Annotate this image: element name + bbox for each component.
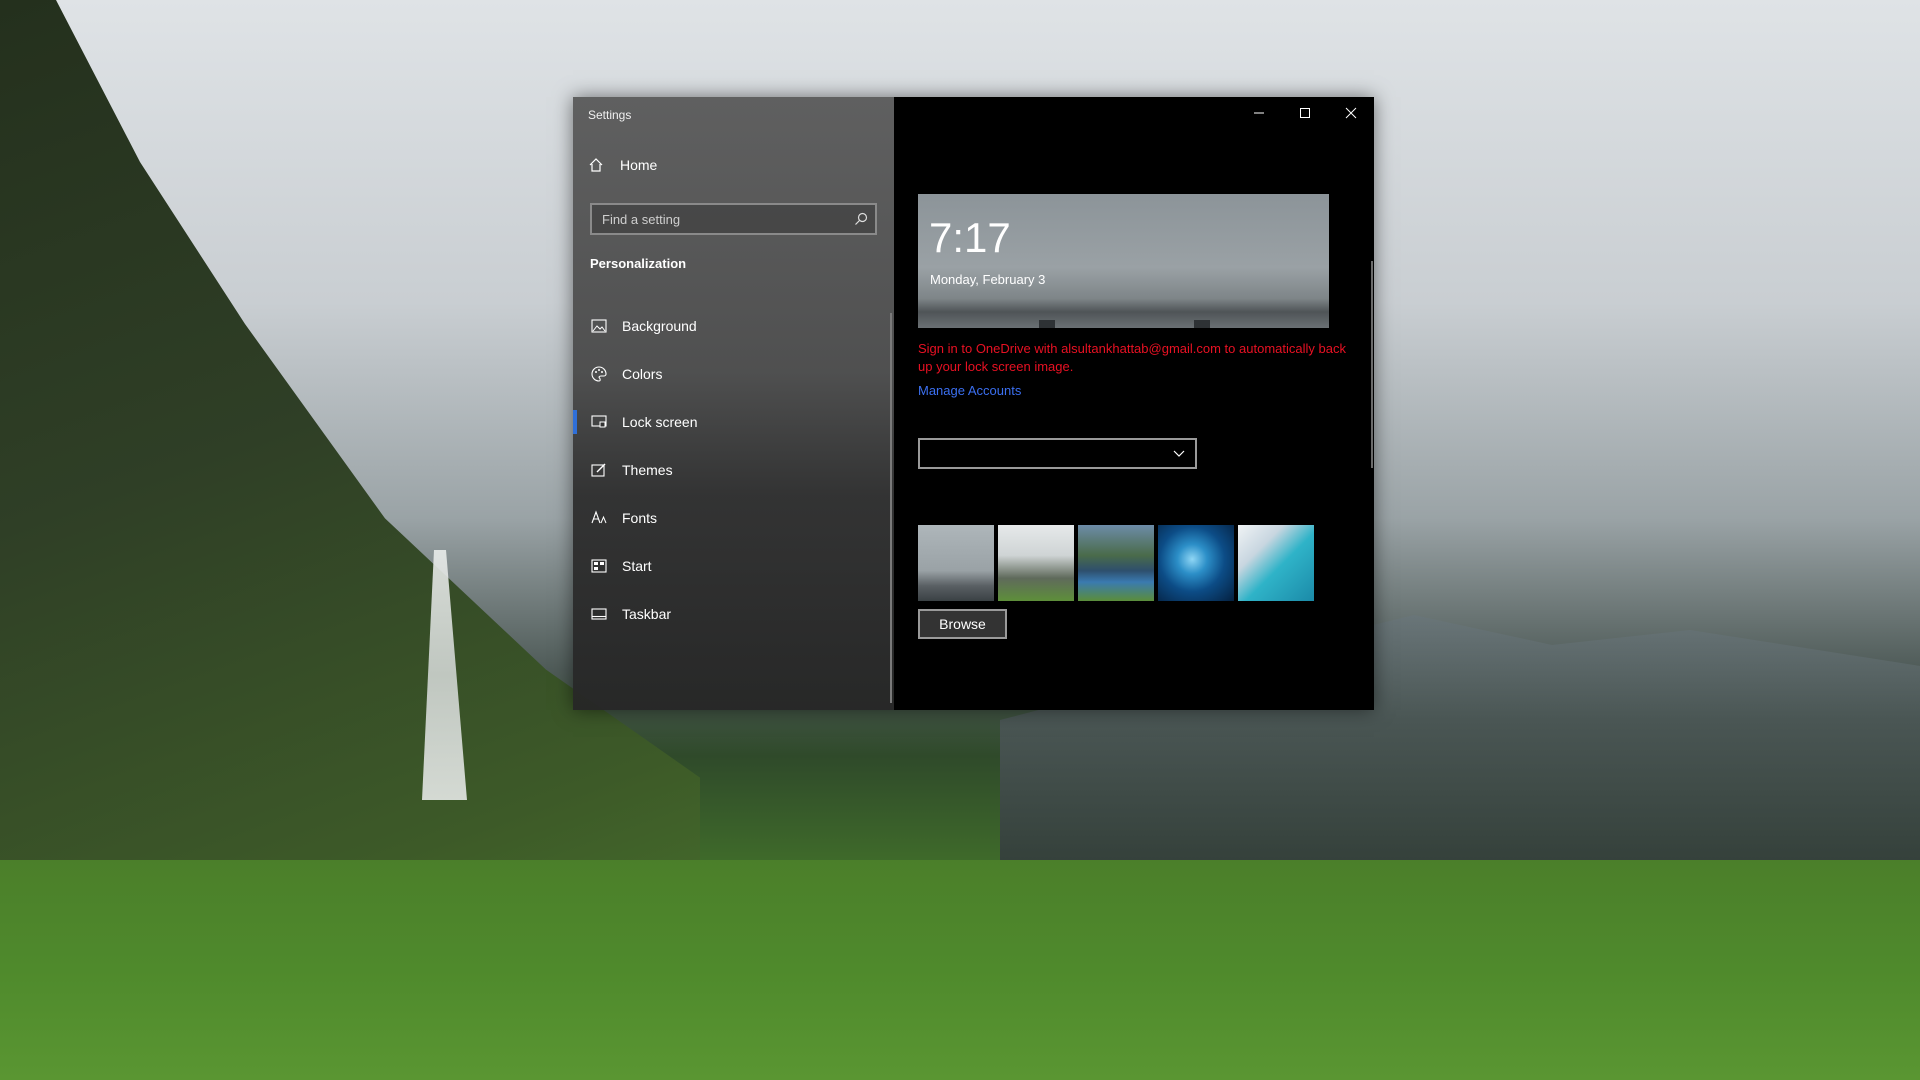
sidebar-item-lock-screen[interactable]: Lock screen [573, 398, 894, 446]
start-icon [590, 557, 608, 575]
search-box[interactable] [590, 203, 877, 235]
background-dropdown[interactable]: Picture [918, 438, 1197, 469]
sidebar-item-label: Fonts [622, 510, 658, 526]
content-scrollbar[interactable] [1371, 261, 1373, 468]
fonts-icon [590, 509, 608, 527]
search-icon[interactable] [853, 211, 869, 227]
sidebar-item-background[interactable]: Background [573, 302, 894, 350]
sidebar-item-label: Lock screen [622, 414, 698, 430]
manage-accounts-link[interactable]: Manage Accounts [918, 383, 1021, 398]
palette-icon [590, 365, 608, 383]
background-dropdown-value: Picture [930, 445, 974, 462]
sidebar-item-start[interactable]: Start [573, 542, 894, 590]
browse-button[interactable]: Browse [918, 609, 1007, 639]
preview-date: Monday, February 3 [930, 272, 1046, 287]
picture-thumbnail[interactable] [1238, 525, 1314, 601]
sidebar-item-label: Start [622, 558, 652, 574]
search-input[interactable] [592, 210, 853, 228]
sidebar-scrollbar[interactable] [890, 313, 892, 703]
picture-thumbnail[interactable] [998, 525, 1074, 601]
themes-icon [590, 461, 608, 479]
sidebar-item-label: Taskbar [622, 606, 672, 622]
picture-thumbnail[interactable] [918, 525, 994, 601]
nav-list: Background Colors Lock screen Themes Fon… [573, 302, 894, 638]
close-icon [1345, 107, 1357, 119]
window-controls [1236, 97, 1374, 129]
close-button[interactable] [1328, 97, 1374, 129]
picture-icon [590, 317, 608, 335]
sidebar-item-taskbar[interactable]: Taskbar [573, 590, 894, 638]
picture-thumbnail[interactable] [1078, 525, 1154, 601]
minimize-icon [1254, 112, 1264, 114]
sidebar-item-label: Colors [622, 366, 663, 382]
preview-pier [1194, 320, 1210, 328]
sidebar-item-label: Themes [622, 462, 673, 478]
section-title: Personalization [590, 256, 687, 271]
sidebar-item-label: Background [622, 318, 697, 334]
sidebar-item-colors[interactable]: Colors [573, 350, 894, 398]
picture-thumbnails [918, 525, 1318, 601]
preview-pier [1039, 320, 1055, 328]
sidebar: Settings Home Personalization Background… [573, 97, 894, 710]
lock-screen-icon [590, 413, 608, 431]
maximize-icon [1300, 108, 1310, 118]
home-icon [588, 157, 604, 173]
taskbar-icon [590, 605, 608, 623]
home-label: Home [620, 157, 658, 173]
minimize-button[interactable] [1236, 97, 1282, 129]
home-button[interactable]: Home [588, 157, 657, 173]
chevron-down-icon [1173, 450, 1185, 457]
lock-screen-preview: 7:17 Monday, February 3 [918, 194, 1329, 328]
maximize-button[interactable] [1282, 97, 1328, 129]
wallpaper-meadow [0, 860, 1920, 1080]
preview-time: 7:17 [929, 214, 1011, 261]
app-title: Settings [588, 108, 632, 122]
sidebar-item-fonts[interactable]: Fonts [573, 494, 894, 542]
picture-thumbnail[interactable] [1158, 525, 1234, 601]
sidebar-item-themes[interactable]: Themes [573, 446, 894, 494]
